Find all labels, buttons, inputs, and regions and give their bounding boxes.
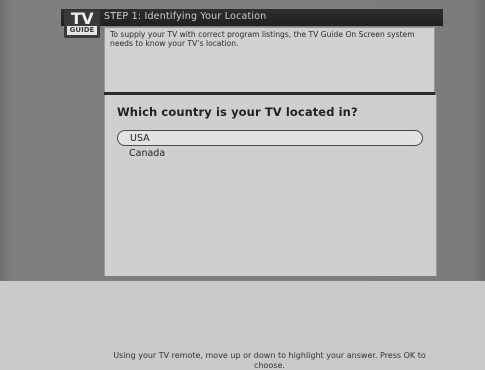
- option-label: Canada: [129, 148, 166, 159]
- main-panel: Which country is your TV located in? USA…: [104, 95, 437, 370]
- page-title: STEP 1: Identifying Your Location: [104, 11, 267, 22]
- country-option-list: USA Canada: [117, 130, 423, 162]
- tv-screen: TV GUIDE STEP 1: Identifying Your Locati…: [0, 0, 485, 370]
- option-canada[interactable]: Canada: [117, 146, 423, 162]
- info-text: To supply your TV with correct program l…: [110, 30, 415, 49]
- logo-guide-text: GUIDE: [67, 26, 97, 35]
- option-usa[interactable]: USA: [117, 130, 423, 146]
- option-label: USA: [130, 133, 150, 144]
- question-heading: Which country is your TV located in?: [117, 105, 358, 119]
- tv-guide-logo: TV GUIDE: [64, 9, 100, 38]
- info-box: To supply your TV with correct program l…: [104, 27, 435, 94]
- instruction-text: Using your TV remote, move up or down to…: [113, 351, 426, 370]
